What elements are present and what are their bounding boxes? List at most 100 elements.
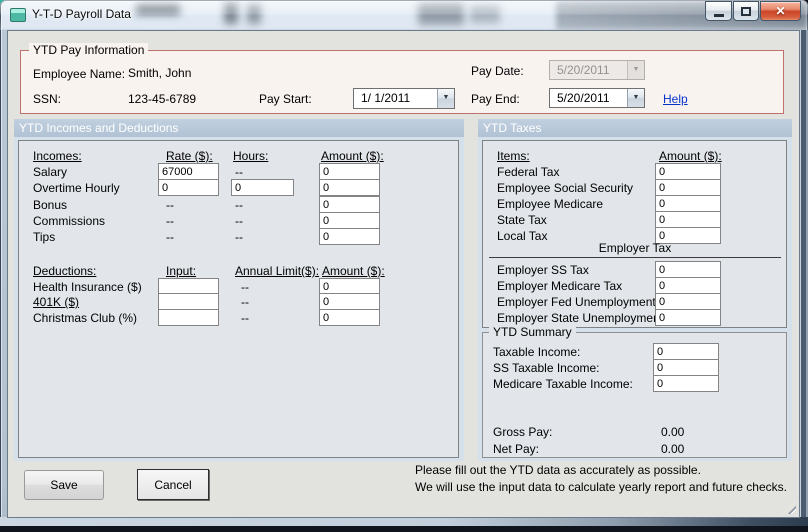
items-col-header: Items: <box>497 149 530 163</box>
bonus-hours-static: -- <box>235 198 243 212</box>
pay-end-select[interactable]: 5/20/2011 ▼ <box>549 88 645 108</box>
ss-taxable-income-input[interactable] <box>653 359 719 376</box>
tips-hours-static: -- <box>235 230 243 244</box>
employee-ss-input[interactable] <box>655 179 721 196</box>
overtime-amount-input[interactable] <box>319 179 380 196</box>
input-col-header: Input: <box>166 264 197 278</box>
incomes-col-header: Incomes: <box>33 149 82 163</box>
medicare-taxable-income-input[interactable] <box>653 375 719 392</box>
pay-start-select[interactable]: 1/ 1/2011 ▼ <box>353 88 455 109</box>
tax-row-label: Employee Social Security <box>497 181 634 195</box>
401k-input[interactable] <box>158 293 219 310</box>
cancel-button[interactable]: Cancel <box>137 469 209 500</box>
deduction-row-label-401k[interactable]: 401K ($) <box>33 295 79 309</box>
pay-end-label: Pay End: <box>471 92 520 106</box>
app-icon <box>10 8 26 22</box>
screen: Y-T-D Payroll Data ✕ YTD Pay Information… <box>0 0 808 532</box>
overtime-rate-input[interactable] <box>158 179 219 196</box>
rate-col-header: Rate ($): <box>166 149 213 163</box>
commissions-amount-input[interactable] <box>319 212 380 229</box>
employer-medicare-input[interactable] <box>655 277 721 294</box>
employer-ss-input[interactable] <box>655 261 721 278</box>
deductions-col-header: Deductions: <box>33 264 97 278</box>
incomes-panel: YTD Incomes and Deductions Incomes: Rate… <box>14 119 464 461</box>
annual-limit-col-header: Annual Limit($): <box>235 264 320 278</box>
save-button[interactable]: Save <box>24 470 104 500</box>
salary-hours-static: -- <box>235 165 243 179</box>
ytd-summary-legend: YTD Summary <box>489 325 576 339</box>
income-row-label: Tips <box>33 230 56 244</box>
summary-row-label: SS Taxable Income: <box>493 361 600 375</box>
net-pay-value: 0.00 <box>661 442 685 456</box>
window-frame-right <box>800 30 808 518</box>
tax-row-label: Employee Medicare <box>497 197 604 211</box>
maximize-icon <box>741 6 751 16</box>
employee-medicare-input[interactable] <box>655 195 721 212</box>
resize-grip[interactable] <box>783 501 796 514</box>
commissions-hours-static: -- <box>235 214 243 228</box>
employer-fed-unemployment-input[interactable] <box>655 293 721 310</box>
window-frame-bottom <box>0 517 808 526</box>
maximize-button[interactable] <box>733 1 759 21</box>
health-insurance-limit-static: -- <box>241 280 249 294</box>
taxes-panel-header: YTD Taxes <box>478 119 792 137</box>
window-title: Y-T-D Payroll Data <box>32 7 131 21</box>
pay-date-select: 5/20/2011 ▼ <box>549 60 645 80</box>
dialog-client-area: YTD Pay Information Employee Name: Smith… <box>7 30 800 518</box>
incomes-panel-body: Incomes: Rate ($): Hours: Amount ($): Sa… <box>18 140 459 458</box>
tips-amount-input[interactable] <box>319 228 380 245</box>
amount-col-header: Amount ($): <box>659 149 722 163</box>
pay-end-value: 5/20/2011 <box>557 91 610 105</box>
salary-rate-input[interactable] <box>158 163 219 180</box>
chevron-down-icon[interactable]: ▼ <box>627 89 644 107</box>
help-link[interactable]: Help <box>663 92 688 106</box>
pay-info-legend: YTD Pay Information <box>29 43 149 57</box>
401k-amount-input[interactable] <box>319 293 380 310</box>
summary-row-label: Medicare Taxable Income: <box>493 377 633 391</box>
bonus-amount-input[interactable] <box>319 196 380 213</box>
ssn-label: SSN: <box>33 92 62 106</box>
employer-state-unemployment-input[interactable] <box>655 309 721 326</box>
gross-pay-label: Gross Pay: <box>493 425 553 439</box>
401k-limit-static: -- <box>241 295 249 309</box>
federal-tax-input[interactable] <box>655 163 721 180</box>
deduction-row-label: Christmas Club (%) <box>33 311 138 325</box>
tax-row-label: Employer State Unemployment <box>497 311 664 325</box>
amount-col-header: Amount ($): <box>321 149 384 163</box>
state-tax-input[interactable] <box>655 211 721 228</box>
summary-row-label: Taxable Income: <box>493 345 581 359</box>
tax-row-label: State Tax <box>497 213 547 227</box>
tax-row-label: Employer Fed Unemployment <box>497 295 656 309</box>
hours-col-header: Hours: <box>233 149 269 163</box>
christmas-club-limit-static: -- <box>241 311 249 325</box>
footer-note-line1: Please fill out the YTD data as accurate… <box>415 463 701 477</box>
footer-note: Please fill out the YTD data as accurate… <box>415 462 787 496</box>
ytd-payroll-window: Y-T-D Payroll Data ✕ YTD Pay Information… <box>0 0 808 526</box>
bonus-rate-static: -- <box>166 198 174 212</box>
taxable-income-input[interactable] <box>653 343 719 360</box>
minimize-button[interactable] <box>705 1 732 21</box>
incomes-panel-header: YTD Incomes and Deductions <box>14 119 464 137</box>
titlebar[interactable]: Y-T-D Payroll Data ✕ <box>0 0 808 30</box>
chevron-down-icon: ▼ <box>627 61 644 79</box>
footer-note-line2: We will use the input data to calculate … <box>415 480 787 494</box>
commissions-rate-static: -- <box>166 214 174 228</box>
amount-col-header: Amount ($): <box>322 264 385 278</box>
tips-rate-static: -- <box>166 230 174 244</box>
christmas-club-amount-input[interactable] <box>319 309 380 326</box>
taxes-panel-body: Items: Amount ($): Federal Tax Employee … <box>482 140 787 328</box>
tax-row-label: Employer Medicare Tax <box>497 279 623 293</box>
christmas-club-input[interactable] <box>158 309 219 326</box>
salary-amount-input[interactable] <box>319 163 380 180</box>
tax-row-label: Employer SS Tax <box>497 263 589 277</box>
income-row-label: Bonus <box>33 198 68 212</box>
ssn-value: 123-45-6789 <box>128 92 197 106</box>
income-row-label: Salary <box>33 165 68 179</box>
pay-date-label: Pay Date: <box>471 64 524 78</box>
close-button[interactable]: ✕ <box>760 1 801 21</box>
minimize-icon <box>713 14 724 17</box>
chevron-down-icon[interactable]: ▼ <box>437 89 454 108</box>
employer-tax-section-header: Employer Tax <box>489 241 781 258</box>
employee-name-value: Smith, John <box>128 66 192 80</box>
overtime-hours-input[interactable] <box>231 179 294 196</box>
